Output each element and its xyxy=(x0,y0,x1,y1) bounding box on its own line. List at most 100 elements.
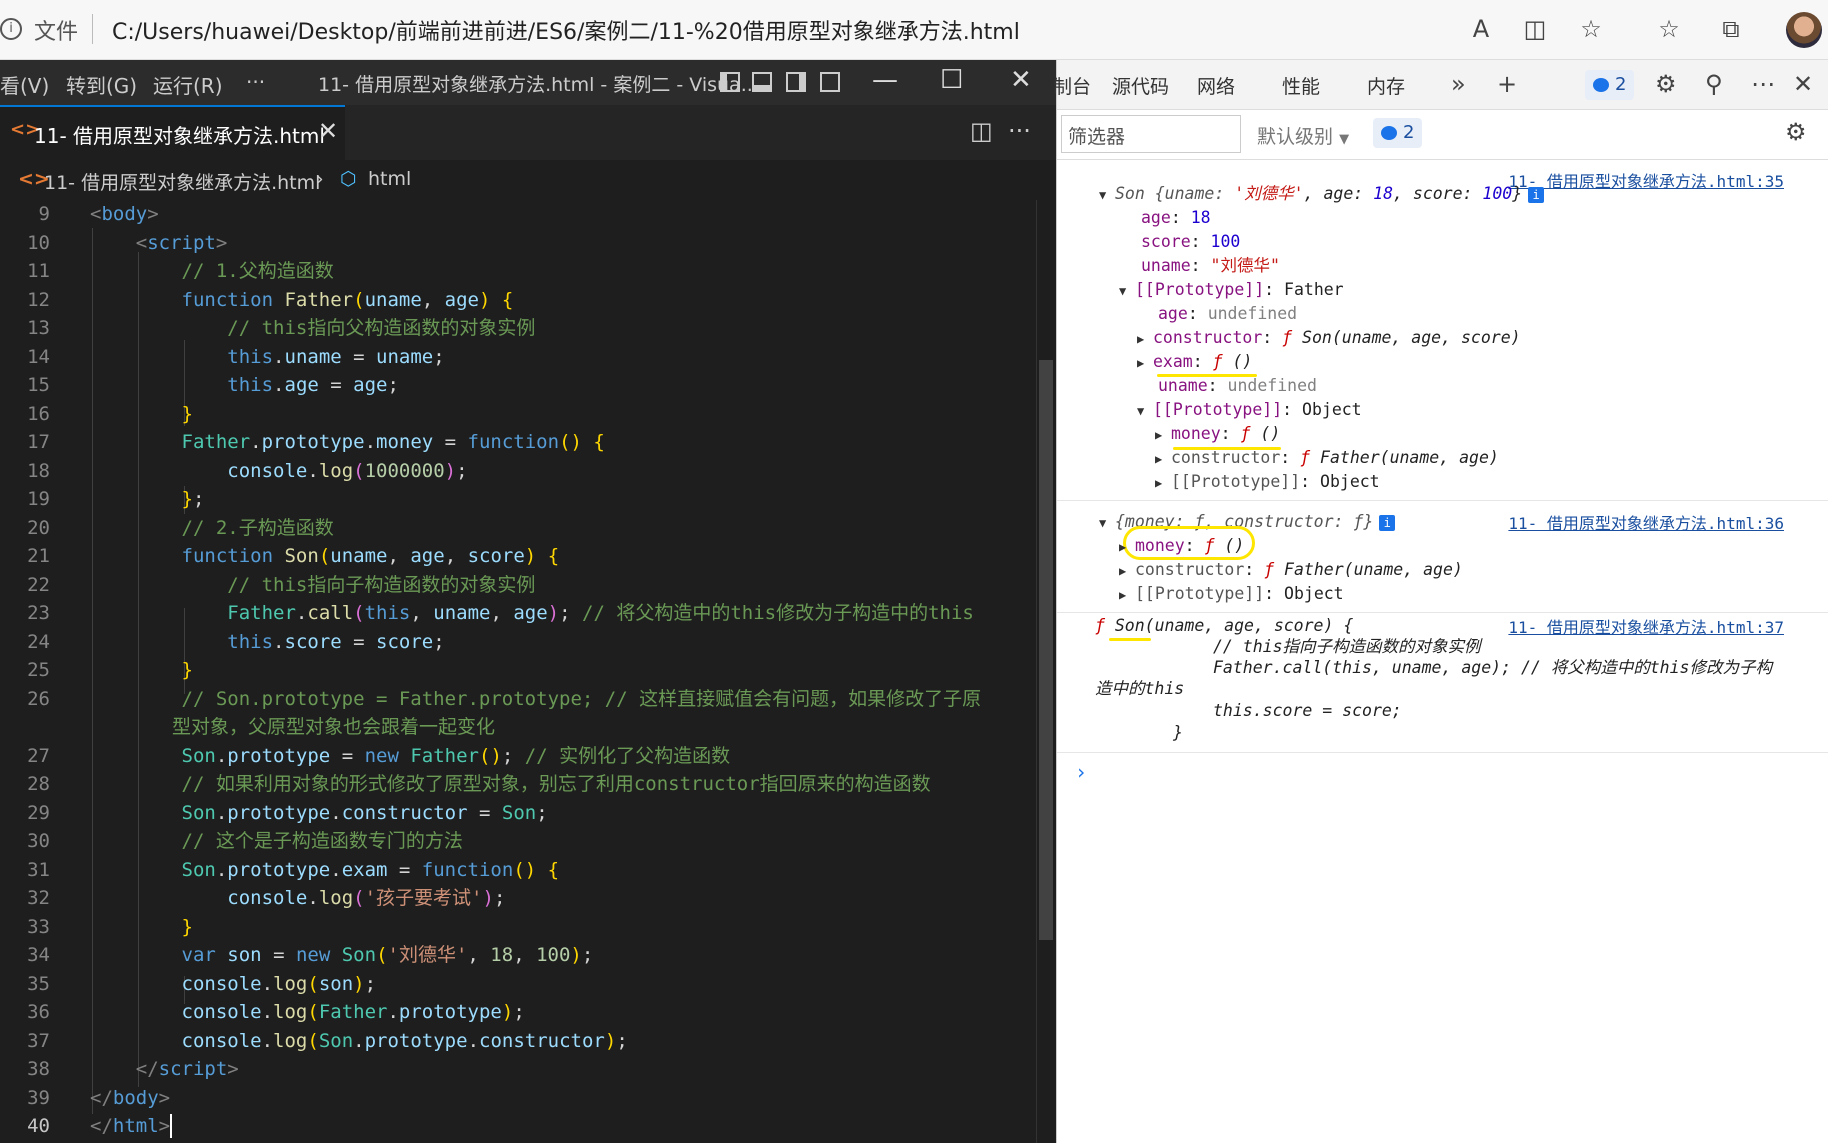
expand-arrow-icon[interactable]: ▼ xyxy=(1099,511,1115,535)
split-screen-icon[interactable]: ◫ xyxy=(1520,14,1550,44)
tab-memory[interactable]: 内存 xyxy=(1367,72,1405,99)
expand-arrow-icon[interactable]: ▶ xyxy=(1137,351,1153,375)
tab-active-file[interactable]: <> 11- 借用原型对象继承方法.html ✕ xyxy=(0,105,345,160)
property-row[interactable]: ▶ money: ƒ () xyxy=(1119,534,1244,559)
code-line: 32 console.log('孩子要考试'); xyxy=(27,887,506,909)
source-link[interactable]: 11- 借用原型对象继承方法.html:36 xyxy=(1508,510,1784,534)
message-badge[interactable]: 2 xyxy=(1373,118,1423,148)
log-separator xyxy=(1057,612,1828,613)
add-tab-icon[interactable]: + xyxy=(1497,70,1517,98)
expand-arrow-icon[interactable]: ▶ xyxy=(1155,423,1171,447)
code-line: 29 Son.prototype.constructor = Son; xyxy=(27,801,548,824)
editor-scrollbar[interactable] xyxy=(1036,200,1054,1143)
menu-run[interactable]: 运行(R) xyxy=(153,70,223,99)
info-icon[interactable]: i xyxy=(1379,515,1396,531)
favorites-icon[interactable]: ☆ xyxy=(1654,14,1684,44)
expand-arrow-icon[interactable]: ▶ xyxy=(1119,583,1135,607)
highlight-underline xyxy=(1109,638,1151,641)
breadcrumb-file[interactable]: 11- 借用原型对象继承方法.html xyxy=(44,168,320,195)
expand-arrow-icon[interactable]: ▶ xyxy=(1155,447,1171,471)
expand-arrow-icon[interactable]: ▼ xyxy=(1119,279,1135,303)
chevron-down-icon: ▼ xyxy=(1339,132,1350,147)
avatar[interactable] xyxy=(1786,12,1822,48)
maximize-icon[interactable]: ☐ xyxy=(940,65,963,95)
property-value: undefined xyxy=(1227,376,1317,395)
filter-input[interactable]: 筛选器 xyxy=(1061,115,1241,153)
code-line: 39 </body> xyxy=(27,1086,171,1109)
property-row[interactable]: ▶ constructor: ƒ Son(uname, age, score) xyxy=(1137,326,1521,351)
add-favorite-icon[interactable]: ☆ xyxy=(1576,14,1606,44)
code-line: 21 function Son(uname, age, score) { xyxy=(27,545,560,567)
property-value: () xyxy=(1224,536,1245,555)
tab-console[interactable]: 制台 xyxy=(1053,72,1091,99)
console-settings-icon[interactable]: ⚙ xyxy=(1785,118,1807,146)
prototype-row[interactable]: ▶ [[Prototype]]: Object xyxy=(1119,582,1344,607)
customize-icon[interactable]: ⚲ xyxy=(1705,70,1723,98)
expand-arrow-icon[interactable]: ▶ xyxy=(1119,559,1135,583)
expand-arrow-icon[interactable]: ▼ xyxy=(1137,399,1153,423)
menu-view[interactable]: 看(V) xyxy=(0,70,49,99)
property-value: Father(uname, age) xyxy=(1320,448,1499,467)
property-row[interactable]: ▶ exam: ƒ () xyxy=(1137,350,1252,375)
log-level-label: 默认级别 xyxy=(1257,126,1334,148)
code-line: 20 // 2.子构造函数 xyxy=(27,516,334,539)
minimize-icon[interactable]: — xyxy=(872,65,898,95)
expand-arrow-icon[interactable]: ▶ xyxy=(1119,535,1135,559)
tab-sources[interactable]: 源代码 xyxy=(1112,72,1169,99)
customize-layout-icon[interactable] xyxy=(820,72,840,92)
summary-age: 18 xyxy=(1373,184,1394,203)
prototype-row[interactable]: ▼ [[Prototype]]: Object xyxy=(1137,398,1362,423)
tab-performance[interactable]: 性能 xyxy=(1282,72,1320,99)
source-link[interactable]: 11- 借用原型对象继承方法.html:37 xyxy=(1508,614,1784,638)
info-icon[interactable]: i xyxy=(0,18,22,40)
tab-network[interactable]: 网络 xyxy=(1197,72,1235,99)
summary-text: , age: xyxy=(1303,184,1374,203)
property-row: uname: "刘德华" xyxy=(1141,256,1280,275)
info-icon[interactable]: i xyxy=(1528,187,1545,203)
code-line: 22 // this指向子构造函数的对象实例 xyxy=(27,573,536,596)
expand-arrow-icon[interactable]: ▼ xyxy=(1099,183,1115,207)
expand-arrow-icon[interactable]: ▶ xyxy=(1155,471,1171,495)
code-line: 24 this.score = score; xyxy=(27,630,445,653)
close-devtools-icon[interactable]: ✕ xyxy=(1793,70,1813,98)
breadcrumb-node[interactable]: html xyxy=(368,168,411,190)
source-link[interactable]: 11- 借用原型对象继承方法.html:35 xyxy=(1508,168,1784,192)
message-icon xyxy=(1593,78,1609,92)
menu-goto[interactable]: 转到(G) xyxy=(66,70,137,99)
expand-arrow-icon[interactable]: ▶ xyxy=(1137,327,1153,351)
settings-icon[interactable]: ⚙ xyxy=(1655,70,1677,98)
code-line: 26 // Son.prototype = Father.prototype; … xyxy=(27,687,982,710)
close-tab-icon[interactable]: ✕ xyxy=(318,117,338,145)
property-row[interactable]: ▶ constructor: ƒ Father(uname, age) xyxy=(1155,446,1499,471)
menu-more[interactable]: ··· xyxy=(246,70,265,94)
toggle-sidebar-icon[interactable] xyxy=(720,72,740,92)
summary-score: 100 xyxy=(1482,184,1513,203)
prototype-row[interactable]: ▶ [[Prototype]]: Object xyxy=(1155,470,1380,495)
scrollbar-thumb[interactable] xyxy=(1039,360,1053,940)
toggle-secondary-sidebar-icon[interactable] xyxy=(786,72,806,92)
code-line: 25 } xyxy=(27,659,193,681)
property-row[interactable]: ▶ money: ƒ () xyxy=(1155,422,1280,447)
close-icon[interactable]: ✕ xyxy=(1010,65,1032,95)
collections-icon[interactable]: ⧉ xyxy=(1716,14,1746,44)
function-text: Son(uname, age, score) { xyxy=(1114,616,1354,635)
read-aloud-icon[interactable]: A xyxy=(1466,14,1496,44)
function-source: 造中的this xyxy=(1095,679,1185,698)
more-options-icon[interactable]: ⋯ xyxy=(1751,70,1775,98)
log-separator xyxy=(1057,752,1828,753)
more-tabs-icon[interactable]: » xyxy=(1451,70,1466,98)
log-object-summary[interactable]: ▼ Son {uname: '刘德华', age: 18, score: 100}… xyxy=(1099,182,1545,207)
prototype-value: Object xyxy=(1302,400,1362,419)
log-level-dropdown[interactable]: 默认级别 ▼ xyxy=(1257,122,1349,149)
console-prompt-icon[interactable]: › xyxy=(1075,760,1087,784)
more-actions-icon[interactable]: ··· xyxy=(1008,117,1031,145)
toggle-panel-icon[interactable] xyxy=(752,72,772,92)
property-row[interactable]: ▶ constructor: ƒ Father(uname, age) xyxy=(1119,558,1463,583)
file-label: 文件 xyxy=(34,20,79,45)
property-value: Son(uname, age, score) xyxy=(1302,328,1521,347)
issues-badge[interactable]: 2 xyxy=(1585,70,1635,100)
code-editor[interactable]: 9 <body> 10 <script> 11 // 1.父构造函数 12 fun… xyxy=(0,200,1040,1143)
split-editor-icon[interactable]: ◫ xyxy=(970,117,993,145)
url-field[interactable]: C:/Users/huawei/Desktop/前端前进前进/ES6/案例二/1… xyxy=(112,14,1020,46)
prototype-row[interactable]: ▼ [[Prototype]]: Father xyxy=(1119,278,1344,303)
